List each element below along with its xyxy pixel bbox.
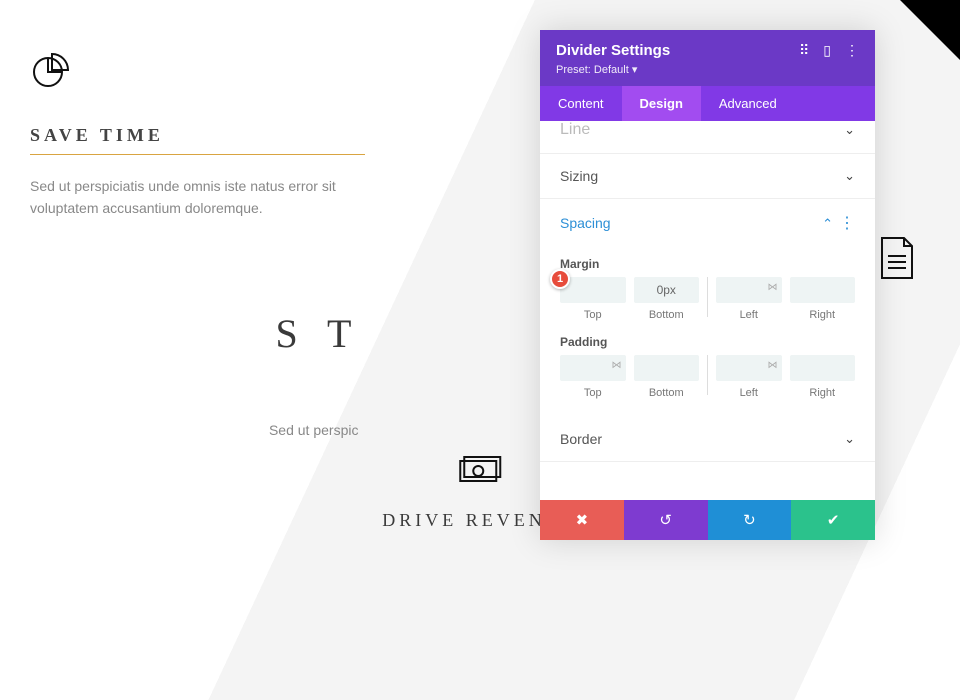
- chevron-up-icon: ⌃: [822, 216, 833, 231]
- title-underline: [30, 154, 365, 155]
- section-spacing[interactable]: Spacing ⌃⋮: [540, 199, 875, 247]
- center-body-left: Sed ut perspic: [269, 419, 359, 464]
- padding-label: Padding: [560, 335, 855, 349]
- chevron-down-icon: ⌄: [844, 122, 855, 138]
- padding-bottom-input[interactable]: [634, 355, 700, 381]
- margin-left-input[interactable]: ⋈: [716, 277, 782, 303]
- center-title-left: S T: [275, 311, 360, 356]
- tab-design[interactable]: Design: [622, 86, 701, 121]
- cancel-button[interactable]: ✖: [540, 500, 624, 540]
- margin-right-input[interactable]: [790, 277, 856, 303]
- redo-button[interactable]: ↻: [708, 500, 792, 540]
- layout-icon[interactable]: ▯: [823, 42, 831, 59]
- step-badge-1: 1: [550, 269, 570, 289]
- padding-right-input[interactable]: [790, 355, 856, 381]
- options-icon[interactable]: ⋮: [839, 215, 855, 232]
- tab-content[interactable]: Content: [540, 86, 622, 121]
- undo-button[interactable]: ↺: [624, 500, 708, 540]
- padding-top-input[interactable]: ⋈: [560, 355, 626, 381]
- link-icon[interactable]: ⋈: [768, 360, 778, 371]
- corner-fold: [900, 0, 960, 60]
- chevron-down-icon: ⌄: [844, 168, 855, 184]
- section-line[interactable]: Line ⌄: [540, 121, 875, 154]
- tab-advanced[interactable]: Advanced: [701, 86, 795, 121]
- save-button[interactable]: ✔: [791, 500, 875, 540]
- expand-icon[interactable]: ⠿: [799, 42, 809, 59]
- feature-body: Sed ut perspiciatis unde omnis iste natu…: [30, 175, 360, 220]
- chevron-down-icon: ⌄: [844, 431, 855, 447]
- link-icon[interactable]: ⋈: [612, 360, 622, 371]
- panel-title: Divider Settings: [556, 42, 670, 59]
- section-sizing[interactable]: Sizing ⌄: [540, 154, 875, 199]
- preset-select[interactable]: Preset: Default ▾: [556, 63, 859, 76]
- link-icon[interactable]: ⋈: [768, 282, 778, 293]
- cash-icon: [458, 455, 502, 490]
- kebab-icon[interactable]: ⋮: [845, 42, 859, 59]
- document-icon: [878, 236, 916, 285]
- padding-left-input[interactable]: ⋈: [716, 355, 782, 381]
- section-border[interactable]: Border ⌄: [540, 417, 875, 462]
- margin-label: Margin: [560, 257, 855, 271]
- divider-settings-panel: Divider Settings ⠿ ▯ ⋮ Preset: Default ▾…: [540, 30, 875, 540]
- margin-bottom-input[interactable]: 0px: [634, 277, 700, 303]
